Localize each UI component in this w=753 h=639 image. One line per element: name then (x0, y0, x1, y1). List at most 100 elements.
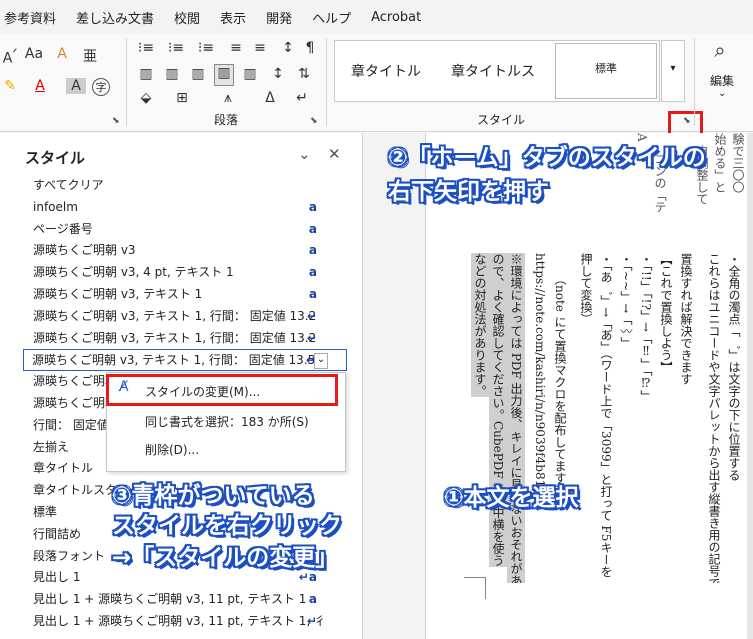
ribbon: Aᐟ Aa A 亜 ✎ A A 字 ⬊ ⁝≡ ⁝≡ ⁝≡ ≡ ≡ ↕ ¶ ▥ ▥… (0, 34, 753, 139)
sort-icon[interactable]: ↕ (278, 40, 298, 56)
gallery-item-chapter-title-style[interactable]: 章タイトルス (451, 61, 551, 81)
style-list-item[interactable]: すべてクリア (25, 175, 347, 197)
char-shading-icon[interactable]: A (66, 78, 86, 94)
paragraph-spacing-icon[interactable]: ↵ (292, 90, 312, 106)
document-line[interactable]: ※環境によっては PDF 出力後、キレイに見えないおそれがある (507, 253, 525, 583)
font-size-icon[interactable]: Aᐟ (0, 46, 20, 67)
phonetic-guide-icon[interactable]: ᐃ (260, 90, 280, 106)
text-direction-icon[interactable]: ⇅ (294, 66, 314, 82)
align-left-icon[interactable]: ▥ (136, 66, 156, 82)
callout-step2-line1: ②「ホーム」タブのスタイルの (388, 145, 706, 171)
style-dropdown-icon[interactable]: ⌄ (314, 353, 328, 369)
editing-group[interactable]: ⌕ 編集 ⌄ (696, 34, 753, 132)
show-marks-icon[interactable]: ¶ (300, 40, 320, 56)
font-group: Aᐟ Aa A 亜 ✎ A A 字 ⬊ (0, 34, 124, 132)
style-type-icon: ↵ (306, 330, 317, 345)
style-list-item[interactable]: 見出し 1 + 源暎ちくご明朝 v3, 11 pt, テキスト 1a (25, 589, 347, 611)
document-line[interactable]: 押して変換） (577, 253, 595, 325)
style-name: 源暎ちくご明朝 v3, テキスト 1 (33, 286, 203, 301)
change-case-icon[interactable]: Aa (24, 46, 44, 62)
ribbon-divider (126, 38, 127, 126)
word-window: { "menu": ["参考資料", "差し込み文書", "校閲", "表示",… (0, 0, 753, 639)
style-name: 源暎ちくご明朝 v3, テキスト 1, 行間： 固定値 13.5 (32, 353, 316, 368)
bullets-icon[interactable]: ⁝≡ (136, 40, 156, 56)
modify-style-highlight (106, 374, 338, 406)
menu-review[interactable]: 校閲 (174, 8, 200, 27)
style-list-item[interactable]: 源暎ちくご明朝 v3, テキスト 1, 行間： 固定値 13.2 ↵ (25, 328, 347, 350)
document-line[interactable]: これらはユニコードや文字パレットから出す縦書き用の記号で (705, 253, 723, 583)
style-list-item[interactable]: infoelm a (25, 197, 347, 219)
highlight-icon[interactable]: ✎ (0, 78, 20, 94)
style-list-item[interactable]: 源暎ちくご明朝 v3, 4 pt, テキスト 1 a (25, 262, 347, 284)
document-line[interactable]: ・全角の濁点「゛」は文字の下に位置する (725, 253, 743, 481)
document-line[interactable]: ・「~~」→「〰」 (617, 253, 635, 349)
document-scrollbar[interactable] (747, 133, 753, 639)
menu-help[interactable]: ヘルプ (312, 8, 351, 27)
paragraph-launcher-icon[interactable]: ⬊ (310, 116, 322, 128)
document-line[interactable]: などの対処法があります。 (471, 253, 489, 397)
menu-item-select-all-instances[interactable]: 同じ書式を選択：183 か所(S) (145, 413, 309, 430)
paragraph-group: ⁝≡ ⁝≡ ⁝≡ ≡ ≡ ↕ ¶ ▥ ▥ ▥ ▥ ▥ ↕ ⇅ ⬙ ⊞ ⩚ ᐃ ↵… (128, 34, 324, 132)
style-name: 見出し 1 + 源暎ちくご明朝 v3, 11 pt, テキスト 1, 彳 (33, 613, 327, 628)
line-spacing-icon[interactable]: ↕ (268, 66, 288, 82)
style-name: 標準 (33, 504, 58, 519)
distribute-icon[interactable]: ▥ (240, 66, 260, 82)
style-list-item[interactable]: ページ番号 a (25, 219, 347, 241)
borders-icon[interactable]: ⊞ (172, 90, 192, 106)
style-type-icon: a (308, 199, 317, 214)
style-name: 行間： 固定値 (33, 417, 109, 432)
clear-format-icon[interactable]: A (52, 46, 72, 62)
decrease-indent-icon[interactable]: ≡ (226, 40, 246, 56)
style-list-item[interactable]: 源暎ちくご明朝 v3 a (25, 240, 347, 262)
menu-references[interactable]: 参考資料 (4, 8, 56, 27)
increase-indent-icon[interactable]: ≡ (250, 40, 270, 56)
gallery-item-normal[interactable]: 標準 (555, 43, 657, 99)
style-list-item[interactable]: 源暎ちくご明朝 v3, テキスト 1, 行間： 固定値 13.2 ↵ (25, 306, 347, 328)
search-icon[interactable]: ⌕ (710, 38, 730, 62)
asian-layout-icon[interactable]: ⩚ (218, 90, 238, 106)
align-center-icon[interactable]: ▥ (162, 66, 182, 82)
menu-view[interactable]: 表示 (220, 8, 246, 27)
style-name: 左揃え (33, 439, 70, 454)
style-list-item[interactable]: 源暎ちくご明朝 v3, テキスト 1 a (25, 284, 347, 306)
font-color-icon[interactable]: A (30, 78, 50, 94)
menu-mailings[interactable]: 差し込み文書 (76, 8, 154, 27)
document-line[interactable]: 置換すれば解決できます (677, 253, 695, 385)
close-icon[interactable]: ✕ (328, 145, 341, 163)
numbering-icon[interactable]: ⁝≡ (166, 40, 186, 56)
menu-bar: 参考資料 差し込み文書 校閲 表示 開発 ヘルプ Acrobat (0, 0, 753, 34)
shading-icon[interactable]: ⬙ (136, 90, 156, 106)
document-line[interactable]: https://note.com/kashiri/n/n9039f4b8170b (531, 253, 549, 510)
style-gallery[interactable]: 章タイトル 章タイトルス 標準 (334, 40, 660, 102)
gallery-more-button[interactable]: ▾ (661, 40, 685, 102)
style-type-icon: a (308, 221, 317, 236)
style-list-item[interactable]: 見出し 1 + 源暎ちくご明朝 v3, 11 pt, テキスト 1, 彳 ↵ (25, 611, 347, 633)
style-type-icon: ↵ (306, 308, 317, 323)
document-line[interactable]: （note にて置換マクロを配布してます） (551, 273, 569, 496)
callout-step2-line2: 右下矢印を押す (388, 179, 549, 205)
ribbon-divider (326, 38, 327, 126)
menu-developer[interactable]: 開発 (266, 8, 292, 27)
callout-step3-line2: スタイルを右クリック (112, 513, 342, 539)
justify-icon[interactable]: ▥ (214, 64, 234, 86)
document-line[interactable]: ・「あ゛」→「あ゙」（ワード上で「3099」と打って F5キーを (597, 253, 615, 577)
document-page: ・全角の濁点「゛」は文字の下に位置する これらはユニコードや文字パレットから出す縦… (425, 133, 753, 639)
style-list-item[interactable]: 源暎ちくご明朝 v3, テキスト 1, 行間： 固定値 13.5 ↵ (23, 349, 347, 372)
enclose-char-icon[interactable]: 字 (92, 78, 110, 96)
styles-group-label: スタイル (476, 113, 525, 127)
callout-step3-line1: ③青枠がついている (112, 483, 315, 509)
align-right-icon[interactable]: ▥ (188, 66, 208, 82)
document-line[interactable]: ・「!!」「!?」→「‼」「⁉」 (637, 253, 655, 402)
style-name: 段落フォント (33, 548, 106, 563)
document-line[interactable]: 【これで置換しよう】 (657, 253, 675, 373)
menu-acrobat[interactable]: Acrobat (371, 10, 421, 25)
callout-step1: ①本文を選択 (444, 485, 579, 511)
chevron-down-icon[interactable]: ⌄ (298, 145, 311, 163)
multilevel-icon[interactable]: ⁝≡ (196, 40, 216, 56)
menu-item-delete[interactable]: 削除(D)... (145, 441, 199, 458)
document-line[interactable]: ので、よく確認してください。CubePDF で縦中横を使う (489, 253, 507, 567)
gallery-item-chapter-title[interactable]: 章タイトル (351, 61, 421, 81)
font-launcher-icon[interactable]: ⬊ (112, 116, 124, 128)
phonetic-icon[interactable]: 亜 (80, 46, 100, 66)
style-type-icon: a (308, 592, 317, 607)
